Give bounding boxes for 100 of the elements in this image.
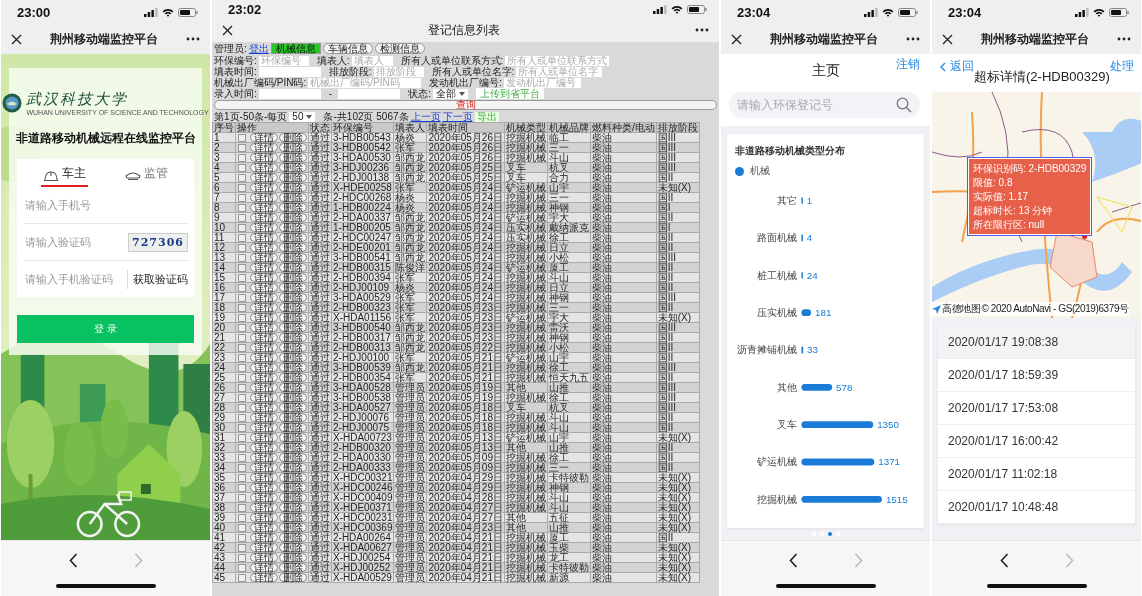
row-checkbox[interactable] [238,204,246,212]
row-checkbox[interactable] [238,374,246,382]
detail-button[interactable]: 详情 [250,143,278,152]
detail-button[interactable]: 详情 [250,533,278,542]
row-checkbox[interactable] [238,384,246,392]
row-checkbox[interactable] [238,194,246,202]
detail-button[interactable]: 详情 [250,313,278,322]
detail-button[interactable]: 详情 [250,443,278,452]
detail-button[interactable]: 详情 [250,393,278,402]
detail-button[interactable]: 详情 [250,493,278,502]
search-field[interactable]: 请输入环保登记号 [729,92,920,118]
row-checkbox[interactable] [238,424,246,432]
filter-field[interactable]: 机械出厂编码/PIN码 [308,77,422,88]
back-icon[interactable] [999,553,1009,568]
delete-button[interactable]: 删除 [279,423,307,432]
detail-button[interactable]: 详情 [250,303,278,312]
delete-button[interactable]: 删除 [279,363,307,372]
page-dot[interactable] [827,532,832,536]
more-icon[interactable] [1117,37,1131,41]
delete-button[interactable]: 删除 [279,403,307,412]
row-checkbox[interactable] [238,314,246,322]
delete-button[interactable]: 删除 [279,203,307,212]
detail-button[interactable]: 详情 [250,253,278,262]
row-checkbox[interactable] [238,164,246,172]
row-checkbox[interactable] [238,464,246,472]
detail-button[interactable]: 详情 [250,473,278,482]
captcha-image[interactable]: 727306 [128,232,188,252]
detail-button[interactable]: 详情 [250,403,278,412]
row-checkbox[interactable] [238,154,246,162]
filter-field[interactable]: 填表人 [351,55,393,66]
delete-button[interactable]: 删除 [279,303,307,312]
delete-button[interactable]: 删除 [279,293,307,302]
time-item[interactable]: 2020/01/17 11:02:18 [938,458,1135,491]
time-item[interactable]: 2020/01/17 19:08:38 [938,326,1135,359]
date-field[interactable] [258,66,321,77]
detail-button[interactable]: 详情 [250,223,278,232]
query-button[interactable]: 查询 [214,100,717,110]
delete-button[interactable]: 删除 [279,483,307,492]
delete-button[interactable]: 删除 [279,443,307,452]
delete-button[interactable]: 删除 [279,573,307,582]
row-checkbox[interactable] [238,274,246,282]
detail-button[interactable]: 详情 [250,363,278,372]
delete-button[interactable]: 删除 [279,173,307,182]
delete-button[interactable]: 删除 [279,143,307,152]
filter-field[interactable]: 环保编号 [258,55,309,66]
prev-page-link[interactable]: 上一页 [410,109,441,124]
row-checkbox[interactable] [238,214,246,222]
delete-button[interactable]: 删除 [279,233,307,242]
detail-button[interactable]: 详情 [250,243,278,252]
detail-button[interactable]: 详情 [250,233,278,242]
delete-button[interactable]: 删除 [279,513,307,522]
row-checkbox[interactable] [238,414,246,422]
row-checkbox[interactable] [238,454,246,462]
detail-button[interactable]: 详情 [250,333,278,342]
delete-button[interactable]: 删除 [279,153,307,162]
detail-button[interactable]: 详情 [250,523,278,532]
more-icon[interactable] [695,28,709,32]
section-tab[interactable]: 检测信息 [374,43,425,54]
row-checkbox[interactable] [238,184,246,192]
detail-button[interactable]: 详情 [250,133,278,142]
filter-field[interactable]: 排放阶段 [373,66,424,77]
delete-button[interactable]: 删除 [279,543,307,552]
row-checkbox[interactable] [238,444,246,452]
delete-button[interactable]: 删除 [279,463,307,472]
time-item[interactable]: 2020/01/17 10:48:48 [938,491,1135,524]
detail-button[interactable]: 详情 [250,413,278,422]
delete-button[interactable]: 删除 [279,193,307,202]
detail-button[interactable]: 详情 [250,553,278,562]
login-tab[interactable]: 车主 [40,165,88,187]
delete-button[interactable]: 删除 [279,273,307,282]
delete-button[interactable]: 删除 [279,333,307,342]
handle-link[interactable]: 处理 [1109,58,1134,75]
delete-button[interactable]: 删除 [279,563,307,572]
row-checkbox[interactable] [238,344,246,352]
detail-button[interactable]: 详情 [250,203,278,212]
captcha-field[interactable]: 请输入验证码 [23,236,129,248]
filter-field[interactable]: 所有人或单位名字 [516,66,603,77]
detail-button[interactable]: 详情 [250,513,278,522]
get-code-button[interactable]: 获取验证码 [127,269,188,289]
forward-icon[interactable] [133,553,143,568]
detail-button[interactable]: 详情 [250,173,278,182]
logout-link[interactable]: 注销 [896,56,920,73]
row-checkbox[interactable] [238,254,246,262]
filter-field[interactable]: 所有人或单位联系方式 [505,55,610,66]
delete-button[interactable]: 删除 [279,283,307,292]
delete-button[interactable]: 删除 [279,243,307,252]
delete-button[interactable]: 删除 [279,343,307,352]
detail-button[interactable]: 详情 [250,153,278,162]
detail-button[interactable]: 详情 [250,503,278,512]
detail-button[interactable]: 详情 [250,213,278,222]
row-checkbox[interactable] [238,304,246,312]
back-icon[interactable] [68,553,78,568]
delete-button[interactable]: 删除 [279,473,307,482]
delete-button[interactable]: 删除 [279,453,307,462]
phone-field[interactable]: 请输入手机号 [23,199,188,211]
detail-button[interactable]: 详情 [250,563,278,572]
row-checkbox[interactable] [238,534,246,542]
row-checkbox[interactable] [238,564,246,572]
detail-button[interactable]: 详情 [250,463,278,472]
time-item[interactable]: 2020/01/17 18:59:39 [938,359,1135,392]
